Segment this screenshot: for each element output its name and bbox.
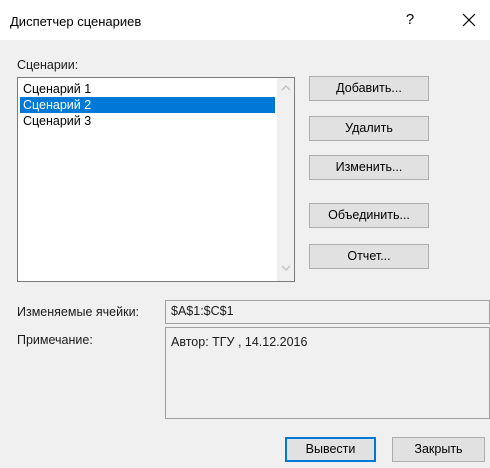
close-window-button[interactable] bbox=[455, 8, 483, 32]
merge-button-label: Объединить... bbox=[328, 208, 410, 222]
scenarios-listbox[interactable]: Сценарий 1 Сценарий 2 Сценарий 3 bbox=[17, 77, 295, 282]
add-button-label: Добавить... bbox=[336, 81, 402, 95]
changing-cells-value: $A$1:$C$1 bbox=[171, 304, 234, 318]
close-icon bbox=[462, 13, 476, 27]
title-bar: Диспетчер сценариев ? bbox=[0, 0, 490, 40]
report-button-label: Отчет... bbox=[347, 249, 391, 263]
report-button[interactable]: Отчет... bbox=[309, 244, 429, 269]
add-button[interactable]: Добавить... bbox=[309, 76, 429, 101]
close-button-label: Закрыть bbox=[414, 442, 463, 456]
window-title: Диспетчер сценариев bbox=[10, 14, 142, 29]
scroll-down-button[interactable] bbox=[277, 261, 294, 278]
scenarios-label-text: Сценарии: bbox=[17, 58, 79, 72]
edit-button[interactable]: Изменить... bbox=[309, 155, 429, 180]
changing-cells-label-text: Изменяемые ячейки: bbox=[17, 305, 140, 319]
delete-button-label: Удалить bbox=[345, 121, 393, 135]
merge-button[interactable]: Объединить... bbox=[309, 203, 429, 228]
delete-button[interactable]: Удалить bbox=[309, 116, 429, 141]
comment-value: Автор: ТГУ , 14.12.2016 bbox=[171, 335, 308, 349]
list-item-scenario-1[interactable]: Сценарий 1 bbox=[20, 81, 275, 97]
scenarios-scrollbar[interactable] bbox=[277, 78, 294, 281]
close-button[interactable]: Закрыть bbox=[392, 437, 485, 462]
show-button[interactable]: Вывести bbox=[285, 437, 376, 462]
list-item-scenario-3[interactable]: Сценарий 3 bbox=[20, 113, 275, 129]
scenario-manager-dialog: Диспетчер сценариев ? Сценарии: Сценарий… bbox=[0, 0, 490, 468]
changing-cells-label: Изменяемые ячейки: bbox=[17, 305, 139, 319]
changing-cells-field: $A$1:$C$1 bbox=[165, 300, 490, 324]
list-item-scenario-2[interactable]: Сценарий 2 bbox=[20, 97, 275, 113]
scenarios-label: Сценарии: bbox=[17, 58, 78, 72]
scroll-up-button[interactable] bbox=[277, 81, 294, 98]
show-button-label: Вывести bbox=[305, 442, 356, 456]
edit-button-label: Изменить... bbox=[335, 160, 403, 174]
comment-label: Примечание: bbox=[17, 333, 93, 347]
comment-label-text: Примечание: bbox=[17, 333, 93, 347]
comment-field: Автор: ТГУ , 14.12.2016 bbox=[165, 327, 490, 419]
help-button[interactable]: ? bbox=[398, 8, 422, 32]
chevron-up-icon bbox=[281, 85, 290, 91]
chevron-down-icon bbox=[281, 265, 290, 271]
